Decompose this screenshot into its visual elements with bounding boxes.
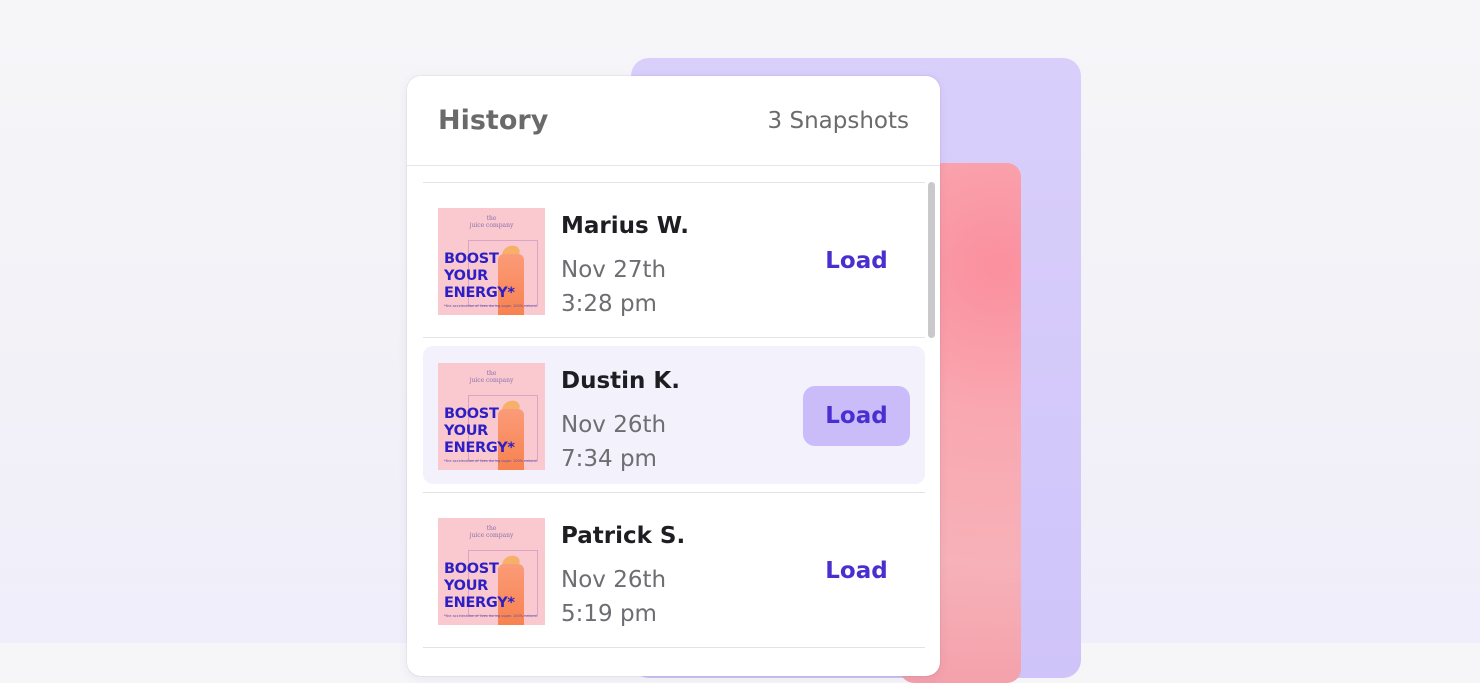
snapshot-date: Nov 26th <box>561 567 667 593</box>
history-panel: History 3 Snapshots the juice company BOO… <box>407 76 940 676</box>
snapshot-thumbnail: the juice company BOOST YOUR ENERGY* *the a… <box>438 208 545 315</box>
load-button[interactable]: Load <box>803 231 910 291</box>
load-button[interactable]: Load <box>803 386 910 446</box>
scrollbar[interactable] <box>928 182 936 676</box>
snapshot-count: 3 Snapshots <box>767 107 909 134</box>
history-header: History 3 Snapshots <box>407 76 940 166</box>
panel-title: History <box>438 105 549 136</box>
author-name: Dustin K. <box>561 368 680 394</box>
snapshot-thumbnail: the juice company BOOST YOUR ENERGY* *the a… <box>438 518 545 625</box>
snapshot-list: the juice company BOOST YOUR ENERGY* *the a… <box>423 182 925 648</box>
snapshot-thumbnail: the juice company BOOST YOUR ENERGY* *the a… <box>438 363 545 470</box>
snapshot-time: 7:34 pm <box>561 446 657 472</box>
author-name: Patrick S. <box>561 523 686 549</box>
snapshot-row[interactable]: the juice company BOOST YOUR ENERGY* *the a… <box>423 338 925 493</box>
author-name: Marius W. <box>561 213 689 239</box>
snapshot-row[interactable]: the juice company BOOST YOUR ENERGY* *the a… <box>423 493 925 648</box>
load-button[interactable]: Load <box>803 541 910 601</box>
snapshot-date: Nov 26th <box>561 412 667 438</box>
snapshot-time: 3:28 pm <box>561 291 657 317</box>
snapshot-date: Nov 27th <box>561 257 667 283</box>
snapshot-row[interactable]: the juice company BOOST YOUR ENERGY* *the a… <box>423 183 925 338</box>
snapshot-time: 5:19 pm <box>561 601 657 627</box>
scrollbar-thumb[interactable] <box>928 182 935 338</box>
